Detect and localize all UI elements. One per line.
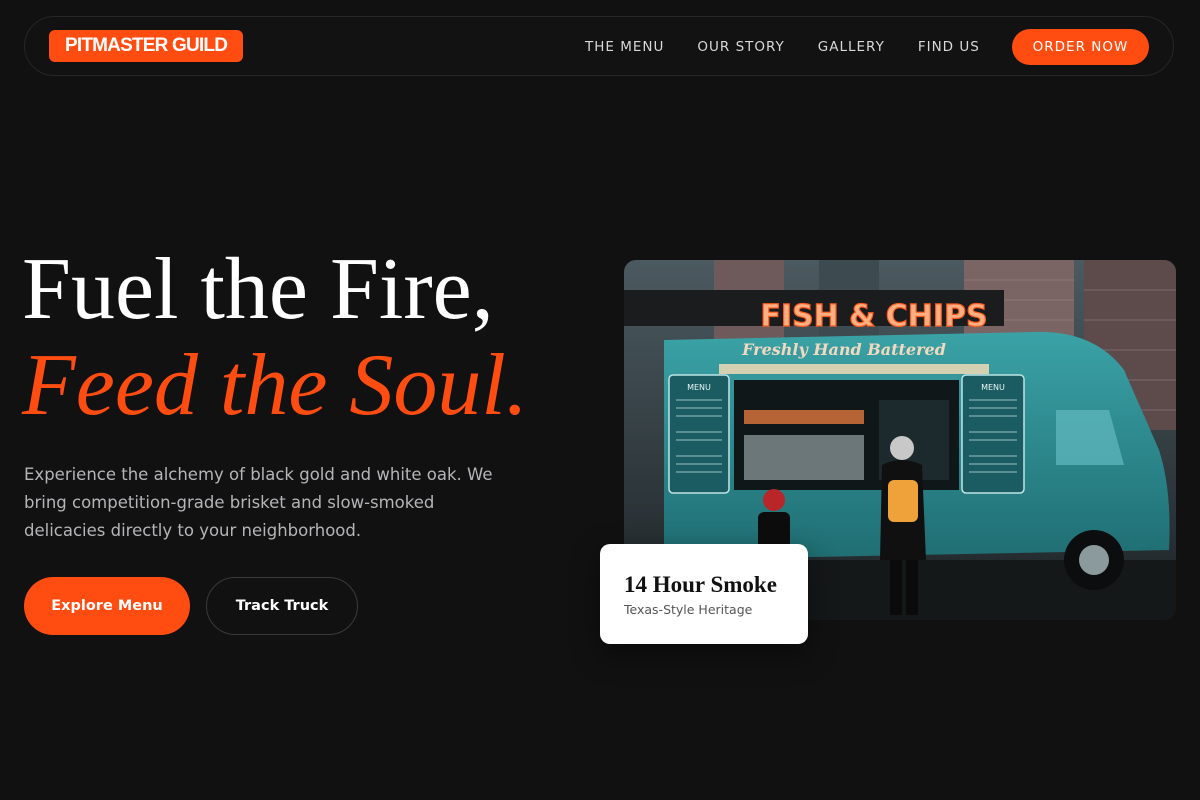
nav-link-the-menu[interactable]: THE MENU (585, 39, 664, 55)
hero-title-line2: Feed the Soul. (22, 337, 528, 434)
navbar: PITMASTER GUILD THE MENU OUR STORY GALLE… (24, 16, 1174, 76)
fish-chips-sign: FISH & CHIPS (760, 299, 987, 334)
stat-card-subtitle: Texas-Style Heritage (624, 602, 753, 617)
nav-link-gallery[interactable]: GALLERY (818, 39, 885, 55)
stat-card: 14 Hour Smoke Texas-Style Heritage (600, 544, 808, 644)
menu-board-left (668, 374, 730, 494)
order-now-button[interactable]: ORDER NOW (1012, 29, 1149, 65)
nav-link-our-story[interactable]: OUR STORY (697, 39, 784, 55)
menu-board-right-label: MENU (981, 383, 1005, 392)
truck-banner-text: Freshly Hand Battered (741, 340, 946, 359)
brand-logo[interactable]: PITMASTER GUILD (49, 30, 244, 62)
nav-link-find-us[interactable]: FIND US (918, 39, 980, 55)
explore-menu-button[interactable]: Explore Menu (24, 577, 190, 635)
menu-board-left-label: MENU (687, 383, 711, 392)
hero-title-line1: Fuel the Fire, (22, 241, 494, 338)
menu-board-right (961, 374, 1025, 494)
nav-links: THE MENU OUR STORY GALLERY FIND US (585, 17, 1013, 77)
hero-description: Experience the alchemy of black gold and… (24, 465, 493, 540)
track-truck-button[interactable]: Track Truck (206, 577, 358, 635)
stat-card-title: 14 Hour Smoke (624, 572, 777, 597)
brand-logo-text: PITMASTER GUILD (65, 35, 228, 56)
